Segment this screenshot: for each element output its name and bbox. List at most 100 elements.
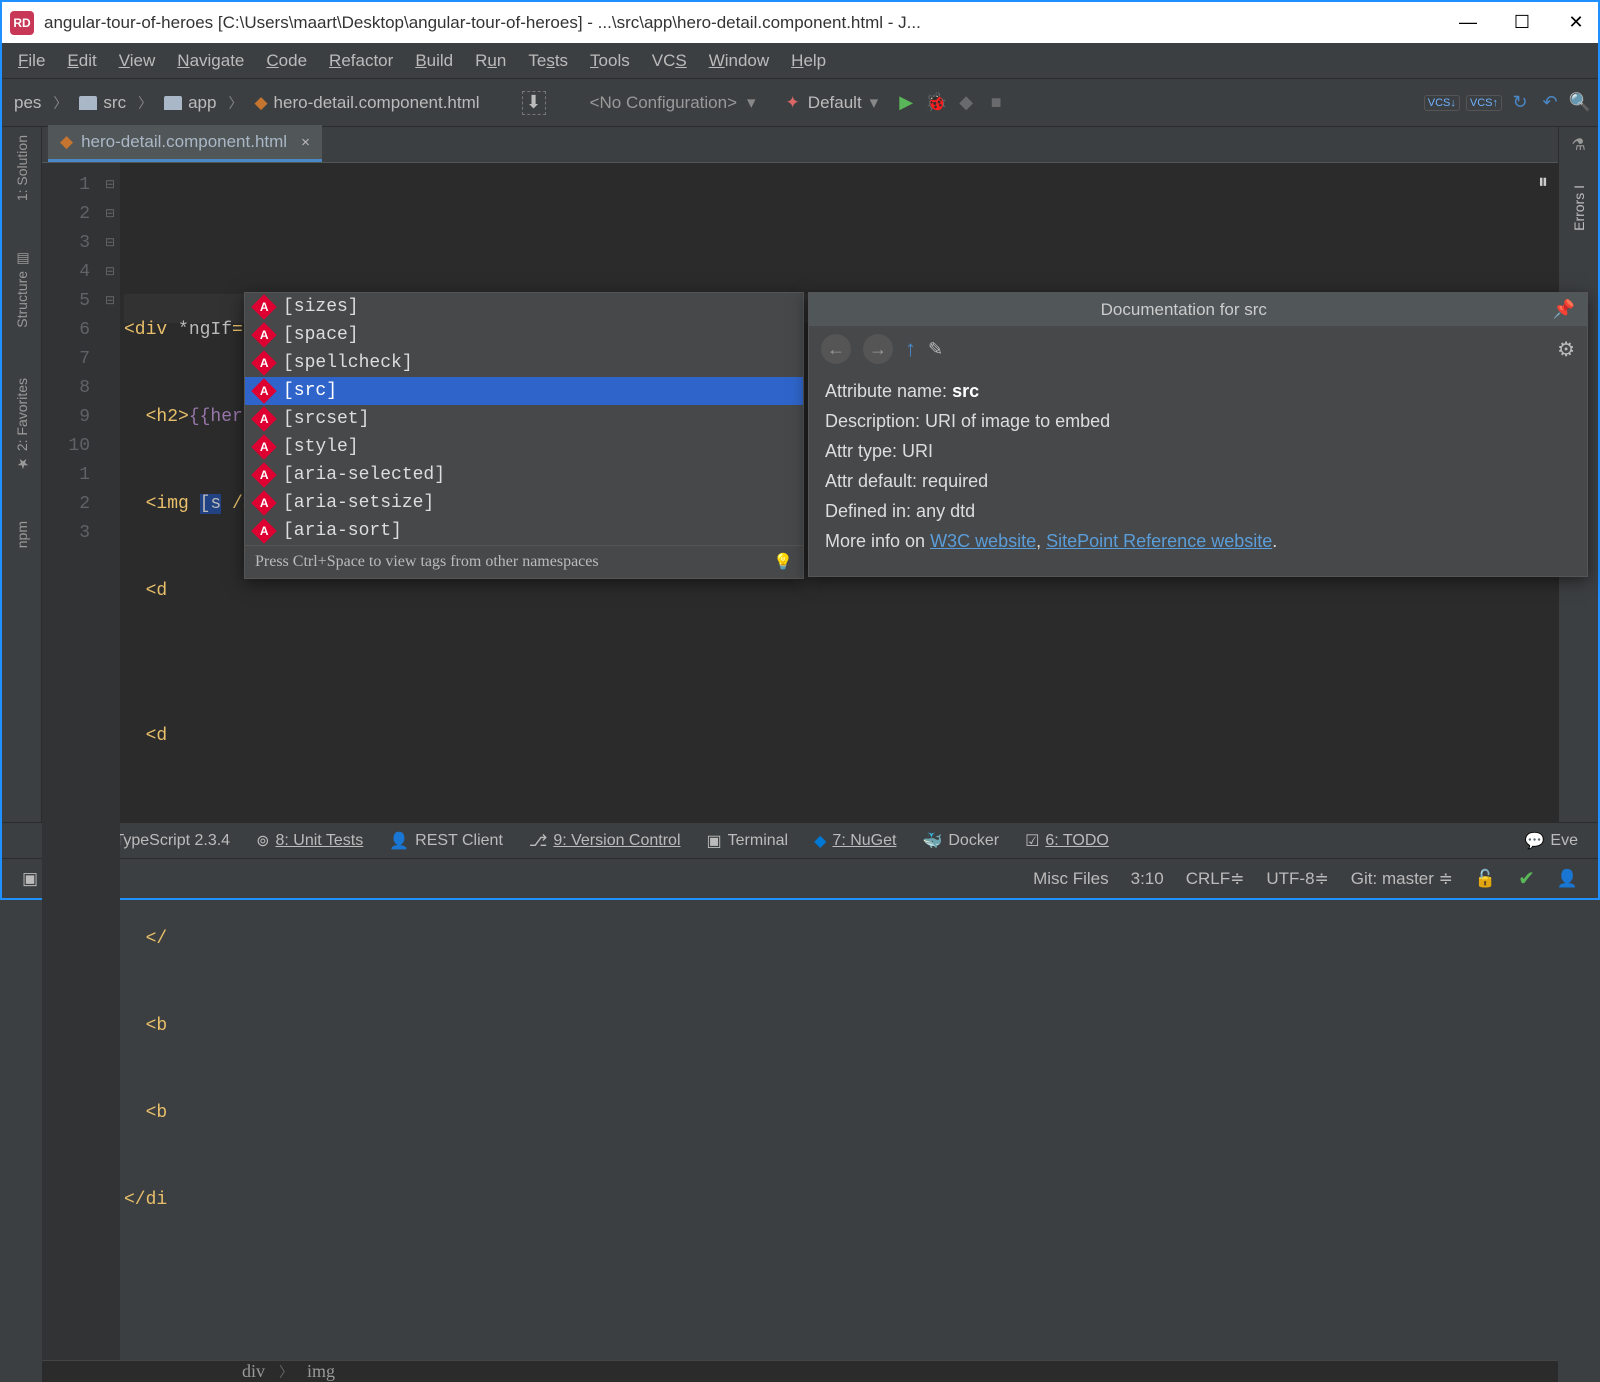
window-controls: — ☐ ✕ [1458, 13, 1586, 33]
menu-tools[interactable]: Tools [580, 45, 640, 77]
autocomplete-popup: [sizes] [space] [spellcheck] [src] [srcset] [… [244, 292, 804, 579]
link-w3c[interactable]: W3C website [930, 531, 1036, 551]
menu-view[interactable]: View [109, 45, 166, 77]
title-bar: RD angular-tour-of-heroes [C:\Users\maar… [2, 2, 1598, 43]
menu-run[interactable]: Run [465, 45, 516, 77]
chevron-icon: 〉 [228, 93, 242, 113]
target-label: Default [808, 93, 862, 113]
autocomplete-label: [space] [283, 325, 359, 345]
stop-button[interactable]: ■ [984, 91, 1008, 115]
editor-tabs: ◆ hero-detail.component.html × [42, 127, 1558, 163]
autocomplete-item[interactable]: [aria-selected] [245, 461, 803, 489]
breadcrumb-text: src [103, 93, 126, 113]
doc-forward-button[interactable]: → [863, 334, 893, 364]
doc-edit-button[interactable]: ✎ [928, 339, 943, 360]
autocomplete-label: [srcset] [283, 409, 369, 429]
doc-panel: Documentation for src 📌 ← → ↑ ✎ ⚙ Attrib… [808, 292, 1588, 577]
menu-help[interactable]: Help [781, 45, 836, 77]
chevron-down-icon: ▾ [870, 93, 879, 113]
doc-back-button[interactable]: ← [821, 334, 851, 364]
autocomplete-item[interactable]: [space] [245, 321, 803, 349]
sidebar-favorites[interactable]: ★ 2: Favorites [14, 378, 30, 471]
doc-up-button[interactable]: ↑ [905, 336, 916, 362]
vcs-commit-icon[interactable]: VCS↑ [1466, 95, 1502, 111]
menu-refactor[interactable]: Refactor [319, 45, 403, 77]
crumb-img[interactable]: img [307, 1361, 335, 1382]
doc-attr-name: src [952, 381, 979, 401]
autocomplete-item[interactable]: [aria-sort] [245, 517, 803, 545]
popup-hint: Press Ctrl+Space to view tags from other… [245, 545, 803, 578]
autocomplete-item[interactable]: [style] [245, 433, 803, 461]
sidebar-npm[interactable]: npm [14, 521, 30, 548]
angular-icon [251, 294, 276, 319]
download-icon[interactable]: ⬇ [522, 91, 546, 115]
folder-icon [164, 96, 182, 110]
autocomplete-label: [src] [283, 381, 337, 401]
html-file-icon: ◆ [254, 93, 267, 113]
search-icon[interactable]: 🔍 [1568, 91, 1592, 115]
breadcrumb-text: pes [14, 93, 41, 113]
run-button[interactable]: ▶ [894, 91, 918, 115]
breadcrumb-src[interactable]: src [73, 91, 132, 115]
debug-button[interactable]: 🐞 [924, 91, 948, 115]
tab-hero-detail[interactable]: ◆ hero-detail.component.html × [48, 125, 322, 162]
html-file-icon: ◆ [60, 132, 73, 152]
sidebar-solution[interactable]: 1: Solution [14, 135, 30, 201]
angular-icon [251, 434, 276, 459]
sidebar-errors[interactable]: Errors I [1571, 185, 1587, 231]
angular-icon [251, 322, 276, 347]
doc-default: Attr default: required [825, 466, 1571, 496]
chevron-icon: 〉 [138, 93, 152, 113]
menu-file[interactable]: File [8, 45, 55, 77]
element-breadcrumb: div 〉 img [42, 1360, 1558, 1382]
link-sitepoint[interactable]: SitePoint Reference website [1046, 531, 1272, 551]
menu-build[interactable]: Build [405, 45, 463, 77]
memory-indicator-icon[interactable]: 👤 [1557, 869, 1578, 889]
close-button[interactable]: ✕ [1566, 13, 1586, 33]
sidebar-structure[interactable]: Structure ▤ [14, 251, 30, 328]
sidebar-toggle-icon[interactable]: ▣ [22, 869, 38, 889]
vcs-update-icon[interactable]: VCS↓ [1424, 95, 1460, 111]
breadcrumb-file[interactable]: ◆hero-detail.component.html [248, 91, 485, 115]
autocomplete-item[interactable]: [src] [245, 377, 803, 405]
pin-icon[interactable]: 📌 [1553, 299, 1575, 320]
pause-icon[interactable]: ⏸ [1538, 169, 1548, 198]
autocomplete-label: [spellcheck] [283, 353, 413, 373]
folder-icon [79, 96, 97, 110]
autocomplete-label: [sizes] [283, 297, 359, 317]
crumb-div[interactable]: div [242, 1361, 265, 1382]
autocomplete-item[interactable]: [sizes] [245, 293, 803, 321]
doc-settings-button[interactable]: ⚙ [1557, 337, 1575, 362]
menu-tests[interactable]: Tests [518, 45, 578, 77]
doc-header: Documentation for src 📌 [809, 293, 1587, 326]
history-icon[interactable]: ↻ [1508, 91, 1532, 115]
menu-edit[interactable]: Edit [57, 45, 106, 77]
menu-window[interactable]: Window [699, 45, 779, 77]
autocomplete-label: [style] [283, 437, 359, 457]
maximize-button[interactable]: ☐ [1512, 13, 1532, 33]
revert-icon[interactable]: ↶ [1538, 91, 1562, 115]
menu-code[interactable]: Code [256, 45, 317, 77]
doc-defined-in: Defined in: any dtd [825, 496, 1571, 526]
breadcrumb-app[interactable]: app [158, 91, 222, 115]
doc-nav: ← → ↑ ✎ ⚙ [809, 326, 1587, 372]
fold-gutter[interactable]: ⊟⊟⊟⊟⊟ [100, 163, 120, 1360]
breadcrumb-root[interactable]: pes [8, 91, 47, 115]
menu-navigate[interactable]: Navigate [167, 45, 254, 77]
autocomplete-label: [aria-setsize] [283, 493, 434, 513]
doc-type: Attr type: URI [825, 436, 1571, 466]
app-icon: RD [10, 11, 34, 35]
minimize-button[interactable]: — [1458, 13, 1478, 33]
autocomplete-item[interactable]: [srcset] [245, 405, 803, 433]
menu-vcs[interactable]: VCS [642, 45, 697, 77]
angular-icon [251, 378, 276, 403]
flask-icon[interactable]: ⚗ [1571, 135, 1585, 155]
autocomplete-item[interactable]: [spellcheck] [245, 349, 803, 377]
angular-icon [251, 490, 276, 515]
target-selector[interactable]: ✦ Default ▾ [776, 87, 889, 119]
run-config-selector[interactable]: <No Configuration> ▾ [576, 87, 770, 119]
coverage-button[interactable]: ◆ [954, 91, 978, 115]
tab-close-icon[interactable]: × [301, 134, 310, 151]
autocomplete-label: [aria-selected] [283, 465, 445, 485]
autocomplete-item[interactable]: [aria-setsize] [245, 489, 803, 517]
